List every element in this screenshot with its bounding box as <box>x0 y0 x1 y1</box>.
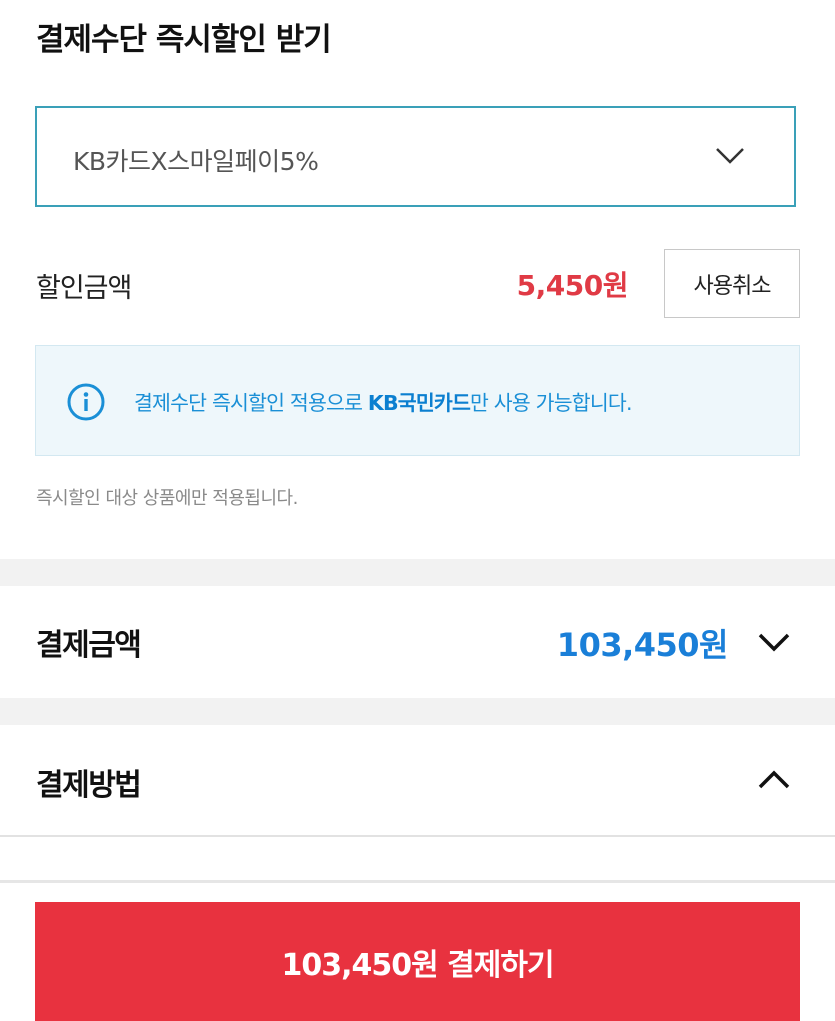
discount-amount-label: 할인금액 <box>36 273 132 304</box>
discount-amount-value: 5,450원 <box>516 269 629 302</box>
discount-info-box: 결제수단 즉시할인 적용으로 KB국민카드만 사용 가능합니다. <box>35 345 800 456</box>
instant-discount-title: 결제수단 즉시할인 받기 <box>36 22 332 58</box>
info-icon <box>67 383 105 421</box>
discount-card-select[interactable]: KB카드X스마일페이5% <box>35 106 796 207</box>
payment-amount-value: 103,450원 <box>556 626 729 664</box>
cancel-discount-button[interactable]: 사용취소 <box>664 249 800 318</box>
info-text-suffix: 만 사용 가능합니다. <box>470 391 632 415</box>
divider <box>0 835 835 837</box>
section-gap <box>0 559 835 586</box>
chevron-down-icon <box>716 148 744 164</box>
bottom-bar-divider <box>0 880 835 883</box>
payment-amount-label: 결제금액 <box>36 628 142 663</box>
info-text-prefix: 결제수단 즉시할인 적용으로 <box>134 391 368 415</box>
payment-method-label: 결제방법 <box>36 768 142 803</box>
select-value: KB카드X스마일페이5% <box>73 147 319 176</box>
discount-note: 즉시할인 대상 상품에만 적용됩니다. <box>36 488 298 509</box>
info-card-name: KB국민카드 <box>367 391 471 415</box>
chevron-down-icon[interactable] <box>757 632 791 652</box>
chevron-up-icon[interactable] <box>757 770 791 790</box>
info-text: 결제수단 즉시할인 적용으로 KB국민카드만 사용 가능합니다. <box>134 386 632 416</box>
pay-button[interactable]: 103,450원 결제하기 <box>35 902 800 1021</box>
section-gap <box>0 698 835 725</box>
